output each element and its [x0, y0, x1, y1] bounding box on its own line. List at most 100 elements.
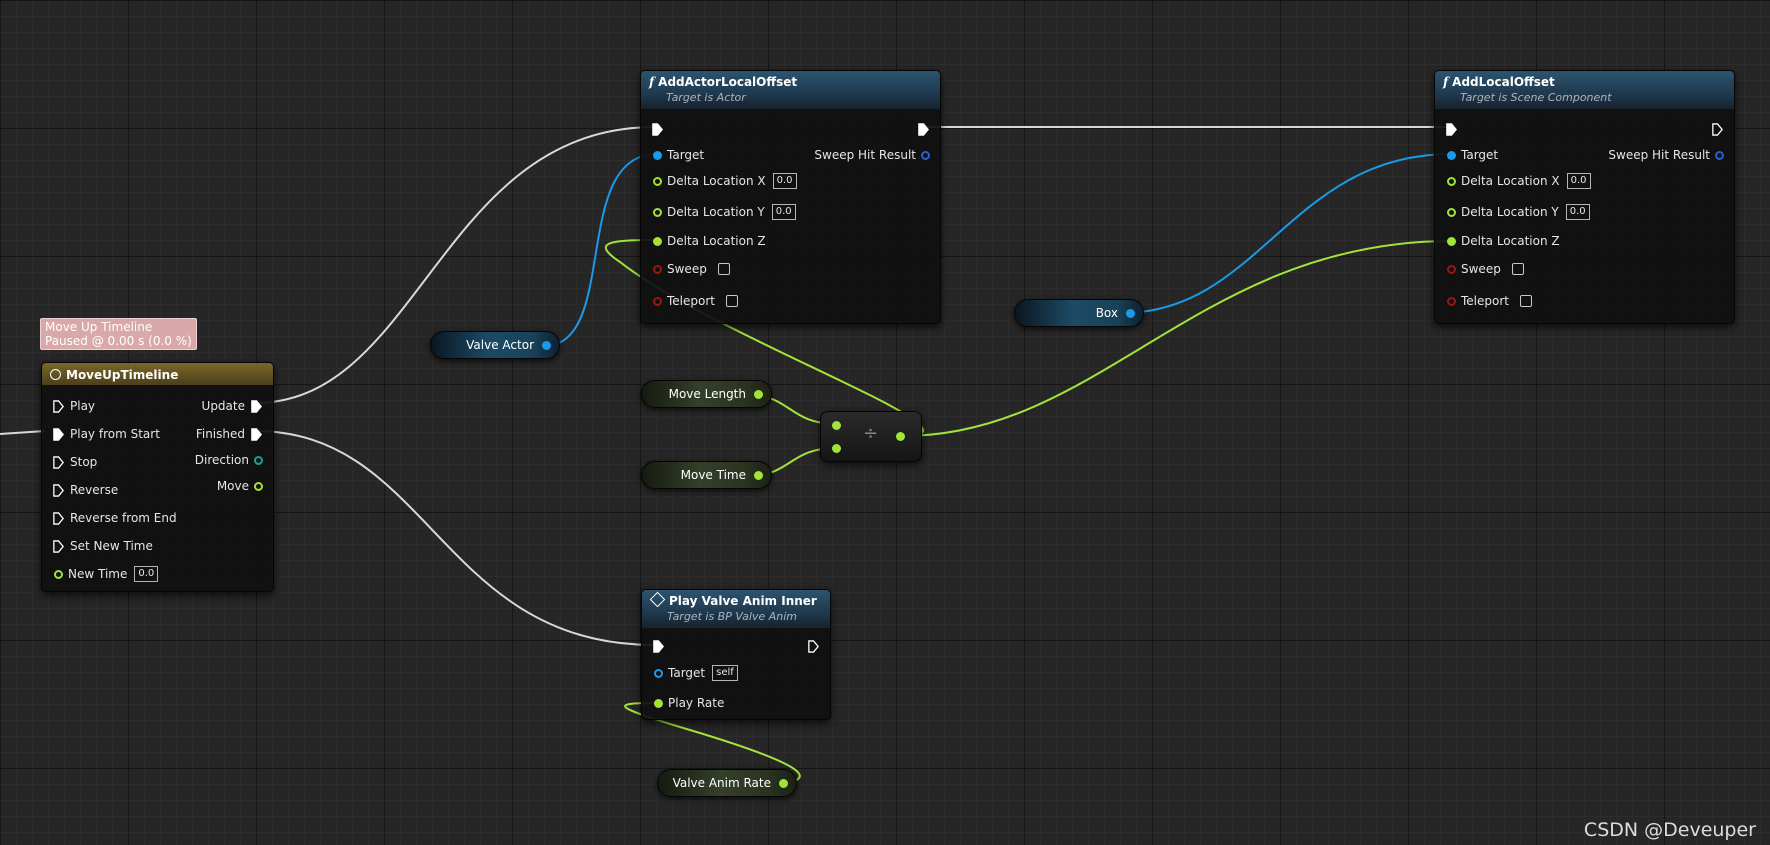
- pin-update[interactable]: Update: [197, 397, 263, 415]
- pin-sweep-hit-result[interactable]: Sweep Hit Result: [1603, 146, 1724, 164]
- exec-out-pin[interactable]: [917, 120, 930, 138]
- pin-play-rate[interactable]: Play Rate: [654, 694, 729, 712]
- pin-move[interactable]: Move: [212, 477, 263, 495]
- delta-y-input[interactable]: 0.0: [1565, 204, 1590, 220]
- pin-label: Update: [201, 399, 245, 413]
- play-valve-anim-inner-node[interactable]: Play Valve Anim Inner Target is BP Valve…: [641, 589, 831, 720]
- pin-play-from-start[interactable]: Play from Start: [52, 425, 165, 443]
- exec-in-pin[interactable]: [651, 120, 664, 138]
- exec-out-pin[interactable]: [1711, 120, 1724, 138]
- function-header[interactable]: f AddLocalOffset Target is Scene Componen…: [1435, 71, 1734, 109]
- pin-delta-y[interactable]: Delta Location Y 0.0: [1447, 203, 1590, 221]
- pin-sweep[interactable]: Sweep: [1447, 260, 1524, 278]
- pin-label: New Time: [68, 567, 128, 581]
- pin-reverse[interactable]: Reverse: [52, 481, 123, 499]
- tooltip-status: Paused @ 0.00 s (0.0 %): [45, 334, 192, 348]
- new-time-input[interactable]: 0.0: [134, 566, 159, 582]
- pin-target[interactable]: Target self: [654, 664, 738, 682]
- pin-delta-z[interactable]: Delta Location Z: [653, 232, 771, 250]
- divide-node[interactable]: ÷: [820, 411, 922, 462]
- struct-pin-icon: [1715, 150, 1724, 160]
- teleport-checkbox[interactable]: [726, 295, 738, 307]
- target-self-input[interactable]: self: [712, 665, 738, 681]
- float-pin-icon: [254, 481, 263, 491]
- delta-x-input[interactable]: 0.0: [772, 173, 797, 189]
- delta-y-input[interactable]: 0.0: [771, 204, 796, 220]
- pin-teleport[interactable]: Teleport: [1447, 292, 1532, 310]
- float-pin-icon[interactable]: [754, 470, 763, 480]
- float-pin-icon: [653, 236, 662, 246]
- float-pin-icon[interactable]: [754, 389, 763, 399]
- float-pin-icon: [1447, 236, 1456, 246]
- pin-direction[interactable]: Direction: [190, 451, 263, 469]
- pin-label: Sweep: [1461, 262, 1501, 276]
- timeline-header[interactable]: MoveUpTimeline: [42, 363, 273, 385]
- timeline-node[interactable]: MoveUpTimeline Play Play from Start Stop…: [41, 362, 274, 592]
- float-pin-icon[interactable]: [896, 432, 905, 441]
- watermark: CSDN @Deveuper: [1583, 819, 1756, 841]
- node-title: AddLocalOffset: [1452, 75, 1555, 89]
- object-pin-icon: [653, 150, 662, 160]
- sweep-checkbox[interactable]: [1511, 263, 1524, 275]
- pin-reverse-from-end[interactable]: Reverse from End: [52, 509, 182, 527]
- pin-delta-z[interactable]: Delta Location Z: [1447, 232, 1565, 250]
- pin-label: Stop: [70, 455, 98, 469]
- pin-sweep[interactable]: Sweep: [653, 260, 730, 278]
- pin-target[interactable]: Target: [653, 146, 709, 164]
- pin-teleport[interactable]: Teleport: [653, 292, 738, 310]
- pin-play[interactable]: Play: [52, 397, 100, 415]
- add-actor-local-offset-node[interactable]: f AddActorLocalOffset Target is Actor Tar…: [640, 70, 941, 324]
- function-header[interactable]: f AddActorLocalOffset Target is Actor: [641, 71, 940, 109]
- node-subtitle: Target is Actor: [666, 91, 746, 104]
- pin-set-new-time[interactable]: Set New Time: [52, 537, 158, 555]
- pin-label: Reverse: [70, 483, 119, 497]
- exec-pin-icon: [251, 399, 262, 413]
- node-subtitle: Target is BP Valve Anim: [667, 610, 798, 623]
- pin-label: Target: [667, 148, 705, 162]
- bool-pin-icon: [653, 296, 662, 306]
- teleport-checkbox[interactable]: [1520, 295, 1532, 307]
- exec-pin-icon: [808, 639, 819, 653]
- node-title: Play Valve Anim Inner: [669, 594, 817, 608]
- variable-box[interactable]: Box: [1014, 299, 1144, 327]
- pin-label: Delta Location Y: [667, 205, 765, 219]
- node-title: AddActorLocalOffset: [658, 75, 798, 89]
- pin-delta-x[interactable]: Delta Location X 0.0: [1447, 172, 1591, 190]
- float-pin-icon[interactable]: [832, 444, 841, 453]
- variable-move-length[interactable]: Move Length: [641, 380, 772, 408]
- variable-move-time[interactable]: Move Time: [641, 461, 772, 489]
- exec-in-pin[interactable]: [652, 637, 665, 655]
- float-pin-icon: [54, 569, 63, 579]
- pin-delta-x[interactable]: Delta Location X 0.0: [653, 172, 797, 190]
- pin-delta-y[interactable]: Delta Location Y 0.0: [653, 203, 796, 221]
- pin-label: Teleport: [1461, 294, 1509, 308]
- pin-label: Sweep Hit Result: [814, 148, 916, 162]
- node-subtitle: Target is Scene Component: [1460, 91, 1612, 104]
- pin-label: Reverse from End: [70, 511, 177, 525]
- delta-x-input[interactable]: 0.0: [1566, 173, 1591, 189]
- variable-valve-anim-rate[interactable]: Valve Anim Rate: [657, 769, 797, 797]
- pin-stop[interactable]: Stop: [52, 453, 102, 471]
- pin-new-time[interactable]: New Time 0.0: [54, 565, 159, 583]
- bool-pin-icon: [1447, 296, 1456, 306]
- pin-target[interactable]: Target: [1447, 146, 1503, 164]
- float-pin-icon[interactable]: [832, 421, 841, 430]
- add-local-offset-node[interactable]: f AddLocalOffset Target is Scene Componen…: [1434, 70, 1735, 324]
- event-diamond-icon: [649, 591, 666, 608]
- pin-label: Delta Location Z: [667, 234, 766, 248]
- exec-in-pin[interactable]: [1445, 120, 1458, 138]
- pin-finished[interactable]: Finished: [191, 425, 263, 443]
- float-pin-icon[interactable]: [779, 778, 788, 788]
- exec-out-pin[interactable]: [807, 637, 820, 655]
- pin-sweep-hit-result[interactable]: Sweep Hit Result: [809, 146, 930, 164]
- exec-pin-icon: [251, 427, 262, 441]
- variable-valve-actor[interactable]: Valve Actor: [430, 331, 560, 359]
- object-pin-icon[interactable]: [542, 340, 551, 350]
- sweep-checkbox[interactable]: [717, 263, 730, 275]
- function-header[interactable]: Play Valve Anim Inner Target is BP Valve…: [642, 590, 830, 628]
- float-pin-icon: [1447, 176, 1456, 186]
- pin-label: Delta Location Y: [1461, 205, 1559, 219]
- variable-label: Move Time: [680, 468, 746, 482]
- divide-symbol: ÷: [863, 423, 879, 444]
- object-pin-icon[interactable]: [1126, 308, 1135, 318]
